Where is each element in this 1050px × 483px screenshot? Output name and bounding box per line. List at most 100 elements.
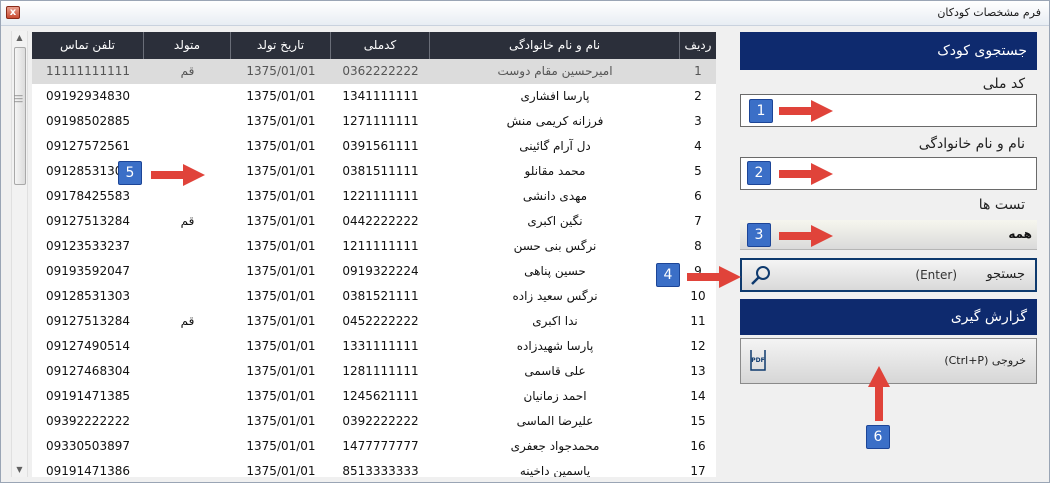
cell-phone: 09191471386 — [46, 464, 130, 477]
tests-label: تست ها — [978, 197, 1025, 213]
cell-row-number: 15 — [690, 414, 706, 428]
cell-row-number: 3 — [694, 114, 702, 128]
cell-phone: 09127513284 — [46, 314, 130, 328]
cell-birthdate: 1375/01/01 — [246, 464, 316, 477]
cell-birthplace: قم — [180, 214, 195, 228]
table-row[interactable]: 09392222222 1375/01/01 0392222222 علیرضا ال… — [32, 409, 716, 434]
header-national-code[interactable]: کدملی — [331, 32, 430, 59]
cell-phone: 09193592047 — [46, 264, 130, 278]
grid-scrollbar[interactable]: ▲ — — — ▼ — [11, 31, 28, 477]
cell-birthdate: 1375/01/01 — [246, 339, 316, 353]
cell-row-number: 7 — [694, 214, 702, 228]
table-row[interactable]: 09191471385 1375/01/01 1245621111 احمد زمان… — [32, 384, 716, 409]
table-row[interactable]: 09191471386 1375/01/01 8513333333 یاسمین دا… — [32, 459, 716, 477]
search-button[interactable]: (Enter) جستجو — [740, 258, 1037, 292]
cell-fullname: نرگس بنی حسن — [513, 239, 597, 253]
cell-national-code: 0919322224 — [342, 264, 419, 278]
cell-row-number: 14 — [690, 389, 706, 403]
cell-row-number: 6 — [694, 189, 702, 203]
cell-birthplace — [144, 334, 231, 359]
pdf-icon: PDF — [750, 350, 766, 371]
cell-row-number: 2 — [694, 89, 702, 103]
cell-birthdate: 1375/01/01 — [246, 114, 316, 128]
tests-selected-value: همه — [1008, 227, 1032, 241]
cell-birthdate: 1375/01/01 — [246, 414, 316, 428]
cell-phone: 09178425583 — [46, 189, 130, 203]
table-row[interactable]: 11111111111 قم 1375/01/01 0362222222 امیرحسی… — [32, 59, 716, 84]
cell-national-code: 0391561111 — [342, 139, 419, 153]
cell-phone: 09127572561 — [46, 139, 130, 153]
cell-fullname: امیرحسین مقام دوست — [497, 64, 613, 78]
table-row[interactable]: 09192934830 1375/01/01 1341111111 پارسا افش… — [32, 84, 716, 109]
close-button[interactable]: x — [6, 6, 20, 19]
annotation-badge-6: 6 — [866, 425, 890, 449]
cell-row-number: 1 — [694, 64, 702, 78]
cell-fullname: احمد زمانیان — [523, 389, 587, 403]
scroll-down-arrow-icon[interactable]: ▼ — [12, 463, 27, 477]
table-row[interactable]: 09127490514 1375/01/01 1331111111 پارسا شهی… — [32, 334, 716, 359]
cell-fullname: دل آرام گائینی — [519, 139, 591, 153]
table-row[interactable]: 09193592047 1375/01/01 0919322224 حسین پناه… — [32, 259, 716, 284]
cell-row-number: 5 — [694, 164, 702, 178]
cell-birthplace — [144, 109, 231, 134]
table-row[interactable]: 09128531303 1375/01/01 0381521111 نرگس سعید… — [32, 284, 716, 309]
cell-birthplace: قم — [180, 64, 195, 78]
export-button-label: خروجی (Ctrl+P) — [944, 354, 1026, 367]
report-panel-header: گزارش گیری — [740, 299, 1037, 335]
cell-birthplace — [144, 434, 231, 459]
header-row-number[interactable]: ردیف — [680, 32, 716, 59]
children-grid: تلفن تماس متولد تاریخ تولد کدملی نام و ن… — [32, 32, 716, 477]
cell-phone: 09127468304 — [46, 364, 130, 378]
search-panel-header: جستجوی کودک — [740, 32, 1037, 70]
cell-birthdate: 1375/01/01 — [246, 239, 316, 253]
table-row[interactable]: 09127468304 1375/01/01 1281111111 علی قاسمی… — [32, 359, 716, 384]
annotation-arrow-3-icon — [779, 225, 833, 247]
table-row[interactable]: 09178425583 1375/01/01 1221111111 مهدی دانش… — [32, 184, 716, 209]
cell-national-code: 0381521111 — [342, 289, 419, 303]
cell-phone: 09330503897 — [46, 439, 130, 453]
header-fullname[interactable]: نام و نام خانوادگی — [430, 32, 680, 59]
cell-birthplace — [144, 284, 231, 309]
scroll-up-arrow-icon[interactable]: ▲ — [12, 31, 27, 45]
cell-birthdate: 1375/01/01 — [246, 289, 316, 303]
cell-fullname: حسین پناهی — [524, 264, 586, 278]
cell-birthdate: 1375/01/01 — [246, 314, 316, 328]
cell-phone: 09123533237 — [46, 239, 130, 253]
cell-phone: 09192934830 — [46, 89, 130, 103]
pdf-icon-text: PDF — [751, 357, 764, 364]
cell-phone: 11111111111 — [46, 64, 130, 78]
cell-fullname: علیرضا الماسی — [516, 414, 594, 428]
cell-national-code: 1341111111 — [342, 89, 419, 103]
cell-national-code: 0392222222 — [342, 414, 419, 428]
cell-national-code: 1331111111 — [342, 339, 419, 353]
cell-national-code: 0362222222 — [342, 64, 419, 78]
cell-birthdate: 1375/01/01 — [246, 89, 316, 103]
cell-birthdate: 1375/01/01 — [246, 364, 316, 378]
cell-birthplace — [144, 384, 231, 409]
cell-birthdate: 1375/01/01 — [246, 64, 316, 78]
cell-birthplace — [144, 134, 231, 159]
cell-phone: 09128531303 — [46, 289, 130, 303]
table-row[interactable]: 09123533237 1375/01/01 1211111111 نرگس بنی … — [32, 234, 716, 259]
cell-row-number: 16 — [690, 439, 706, 453]
scroll-grip-icon: — — — — [14, 91, 23, 107]
annotation-arrow-4-icon — [687, 266, 741, 288]
main-window: x فرم مشخصات کودکان ▲ — — — ▼ تلفن تماس مت… — [0, 0, 1050, 483]
scroll-thumb[interactable] — [14, 47, 26, 185]
table-row[interactable]: 09198502885 1375/01/01 1271111111 فرزانه کر… — [32, 109, 716, 134]
table-row[interactable]: 09127572561 1375/01/01 0391561111 دل آرام گ… — [32, 134, 716, 159]
title-bar: x فرم مشخصات کودکان — [1, 1, 1049, 26]
header-phone[interactable]: تلفن تماس — [32, 32, 144, 59]
header-birthdate[interactable]: تاریخ تولد — [231, 32, 331, 59]
table-row[interactable]: 09330503897 1375/01/01 1477777777 محمدجواد … — [32, 434, 716, 459]
cell-row-number: 12 — [690, 339, 706, 353]
cell-national-code: 8513333333 — [342, 464, 419, 477]
cell-birthplace — [144, 459, 231, 477]
cell-phone: 09191471385 — [46, 389, 130, 403]
header-birthplace[interactable]: متولد — [144, 32, 231, 59]
grid-header: تلفن تماس متولد تاریخ تولد کدملی نام و ن… — [32, 32, 716, 59]
table-row[interactable]: 09127513284 قم 1375/01/01 0442222222 نگین اک… — [32, 209, 716, 234]
table-row[interactable]: 09127513284 قم 1375/01/01 0452222222 ندا اکب… — [32, 309, 716, 334]
cell-national-code: 0381511111 — [342, 164, 419, 178]
cell-row-number: 4 — [694, 139, 702, 153]
